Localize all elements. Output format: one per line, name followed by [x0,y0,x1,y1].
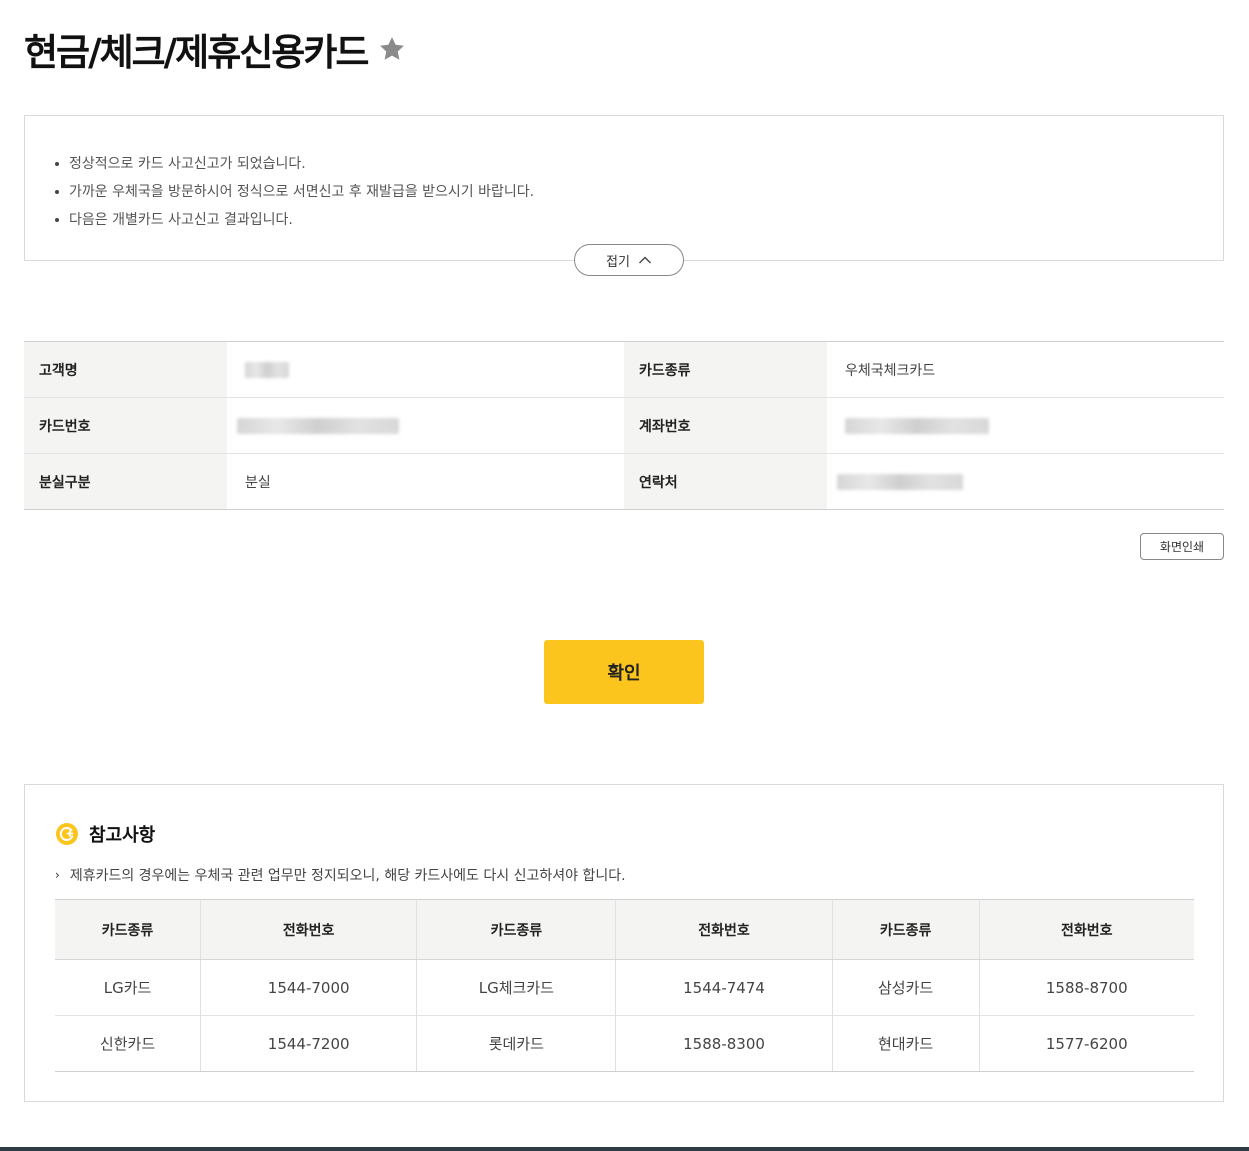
fold-button-label: 접기 [606,254,630,270]
loss-type-value: 분실 [227,453,624,510]
reference-title-text: 참고사항 [89,825,156,846]
masked-value [845,417,989,434]
footer-bar [0,1147,1249,1151]
card-type-label: 카드종류 [624,341,827,398]
card-phone-table: 카드종류 전화번호 카드종류 전화번호 카드종류 전화번호 LG카드 1544-… [55,899,1194,1072]
chevron-up-icon [638,256,651,264]
card-type-cell: LG체크카드 [416,959,617,1016]
column-header-phone: 전화번호 [200,899,418,960]
card-type-cell: 삼성카드 [832,959,980,1016]
card-number-value [227,397,624,454]
customer-name-label: 고객명 [24,341,227,398]
table-header-row: 카드종류 전화번호 카드종류 전화번호 카드종류 전화번호 [55,899,1194,960]
account-number-value [827,397,1224,454]
notice-item: 정상적으로 카드 사고신고가 되었습니다. [55,150,534,178]
reference-box: 참고사항 › 제휴카드의 경우에는 우체국 관련 업무만 정지되오니, 해당 카… [24,784,1224,1102]
card-number-label: 카드번호 [24,397,227,454]
card-type-value: 우체국체크카드 [827,341,1224,398]
confirm-button[interactable]: 확인 [544,640,704,704]
table-row: 고객명 카드종류 우체국체크카드 [24,341,1224,398]
card-type-cell: LG카드 [55,959,202,1016]
reference-note-text: 제휴카드의 경우에는 우체국 관련 업무만 정지되오니, 해당 카드사에도 다시… [69,868,626,884]
contact-value [827,453,1224,510]
card-type-cell: 롯데카드 [416,1015,617,1072]
card-info-table: 고객명 카드종류 우체국체크카드 카드번호 계좌번호 분실구분 분실 연락처 [24,341,1224,510]
account-number-label: 계좌번호 [624,397,827,454]
masked-value [245,361,289,378]
print-screen-button[interactable]: 화면인쇄 [1140,533,1224,560]
page-title-text: 현금/체크/제휴신용카드 [24,31,369,74]
phone-cell: 1544-7474 [615,959,833,1016]
table-row: 카드번호 계좌번호 [24,397,1224,454]
phone-cell: 1544-7000 [200,959,418,1016]
column-header-card-type: 카드종류 [416,899,617,960]
customer-name-value [227,341,624,398]
masked-value [237,417,399,434]
phone-cell: 1544-7200 [200,1015,418,1072]
masked-value [837,473,963,490]
column-header-card-type: 카드종류 [55,899,202,960]
contact-label: 연락처 [624,453,827,510]
notice-item: 다음은 개별카드 사고신고 결과입니다. [55,206,534,234]
fold-button[interactable]: 접기 [574,244,684,276]
column-header-phone: 전화번호 [615,899,833,960]
page-title: 현금/체크/제휴신용카드 [24,22,407,76]
phone-cell: 1588-8300 [615,1015,833,1072]
phone-cell: 1577-6200 [979,1015,1194,1072]
notice-item: 가까운 우체국을 방문하시어 정식으로 서면신고 후 재발급을 받으시기 바랍니… [55,178,534,206]
loss-type-label: 분실구분 [24,453,227,510]
card-type-cell: 신한카드 [55,1015,202,1072]
star-icon[interactable] [377,34,407,64]
reference-title: 참고사항 [55,821,155,847]
info-circle-icon [56,823,78,845]
notice-box: 정상적으로 카드 사고신고가 되었습니다. 가까운 우체국을 방문하시어 정식으… [24,115,1224,261]
table-row: 신한카드 1544-7200 롯데카드 1588-8300 현대카드 1577-… [55,1015,1194,1072]
column-header-phone: 전화번호 [979,899,1194,960]
notice-list: 정상적으로 카드 사고신고가 되었습니다. 가까운 우체국을 방문하시어 정식으… [55,150,534,234]
table-row: 분실구분 분실 연락처 [24,453,1224,510]
column-header-card-type: 카드종류 [832,899,980,960]
card-type-cell: 현대카드 [832,1015,980,1072]
table-row: LG카드 1544-7000 LG체크카드 1544-7474 삼성카드 158… [55,959,1194,1016]
reference-note: › 제휴카드의 경우에는 우체국 관련 업무만 정지되오니, 해당 카드사에도 … [55,865,626,885]
chevron-right-icon: › [55,868,60,882]
phone-cell: 1588-8700 [979,959,1194,1016]
